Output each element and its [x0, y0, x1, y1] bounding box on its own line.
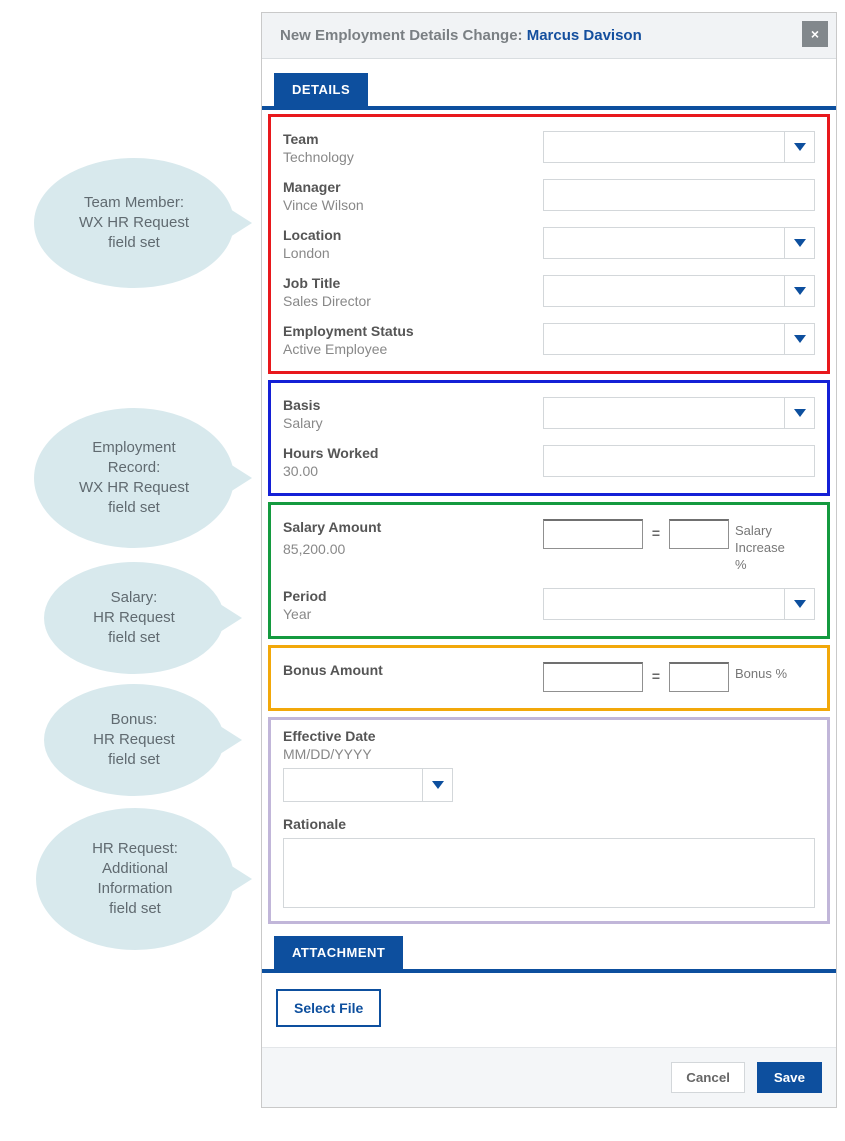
salary-increase-input[interactable] — [669, 519, 729, 549]
manager-label: Manager — [283, 179, 543, 195]
salary-increase-label: Salary Increase % — [735, 519, 795, 574]
modal-title-prefix: New Employment Details Change: — [280, 27, 527, 44]
chevron-down-icon — [784, 324, 814, 354]
chevron-down-icon — [422, 769, 452, 801]
period-value: Year — [283, 606, 543, 622]
details-tab-underline — [262, 106, 836, 110]
team-select[interactable] — [543, 131, 815, 163]
effective-date-label: Effective Date — [283, 728, 815, 744]
salary-amount-input[interactable] — [543, 519, 643, 549]
fieldset-team-member: Team Technology Manager Vince Wilson — [268, 114, 830, 374]
callout-team-member: Team Member: WX HR Request field set — [34, 158, 234, 288]
close-icon: × — [811, 26, 819, 42]
modal-footer: Cancel Save — [262, 1047, 836, 1107]
chevron-down-icon — [784, 276, 814, 306]
chevron-down-icon — [784, 228, 814, 258]
location-value: London — [283, 245, 543, 261]
callout-text: Salary: HR Request field set — [93, 588, 175, 649]
callout-text: Team Member: WX HR Request field set — [79, 193, 189, 254]
team-label: Team — [283, 131, 543, 147]
bonus-percent-input[interactable] — [669, 662, 729, 692]
rationale-label: Rationale — [283, 816, 815, 832]
effective-date-placeholder: MM/DD/YYYY — [283, 746, 815, 762]
period-select[interactable] — [543, 588, 815, 620]
modal-new-employment-details: New Employment Details Change: Marcus Da… — [261, 12, 837, 1108]
manager-value: Vince Wilson — [283, 197, 543, 213]
tab-attachment[interactable]: ATTACHMENT — [274, 936, 403, 969]
rationale-textarea[interactable] — [283, 838, 815, 908]
callout-additional: HR Request: Additional Information field… — [36, 808, 234, 950]
location-label: Location — [283, 227, 543, 243]
fieldset-bonus: Bonus Amount = Bonus % — [268, 645, 830, 711]
fieldset-salary: Salary Amount 85,200.00 = Salary Increas… — [268, 502, 830, 639]
modal-header: New Employment Details Change: Marcus Da… — [262, 13, 836, 59]
modal-title-person: Marcus Davison — [527, 27, 642, 44]
callout-text: Employment Record: WX HR Request field s… — [79, 438, 189, 519]
tab-details[interactable]: DETAILS — [274, 73, 368, 106]
fieldset-additional-info: Effective Date MM/DD/YYYY Rationale — [268, 717, 830, 924]
select-file-button[interactable]: Select File — [276, 989, 381, 1027]
basis-select[interactable] — [543, 397, 815, 429]
team-value: Technology — [283, 149, 543, 165]
hours-worked-value: 30.00 — [283, 463, 543, 479]
hours-worked-input[interactable] — [543, 445, 815, 477]
callout-salary: Salary: HR Request field set — [44, 562, 224, 674]
equals-sign: = — [649, 519, 663, 541]
details-tab-row: DETAILS — [262, 59, 836, 106]
employment-status-label: Employment Status — [283, 323, 543, 339]
bonus-percent-label: Bonus % — [735, 662, 787, 683]
bonus-amount-label: Bonus Amount — [283, 662, 543, 678]
location-select[interactable] — [543, 227, 815, 259]
basis-label: Basis — [283, 397, 543, 413]
fieldset-employment-record: Basis Salary Hours Worked 30.00 — [268, 380, 830, 496]
callout-employment-record: Employment Record: WX HR Request field s… — [34, 408, 234, 548]
callout-bonus: Bonus: HR Request field set — [44, 684, 224, 796]
chevron-down-icon — [784, 132, 814, 162]
cancel-button[interactable]: Cancel — [671, 1062, 745, 1093]
hours-worked-label: Hours Worked — [283, 445, 543, 461]
job-title-label: Job Title — [283, 275, 543, 291]
equals-sign: = — [649, 662, 663, 684]
effective-date-picker[interactable] — [283, 768, 453, 802]
attachment-tab-underline — [262, 969, 836, 973]
salary-amount-value: 85,200.00 — [283, 541, 543, 557]
job-title-select[interactable] — [543, 275, 815, 307]
save-button[interactable]: Save — [757, 1062, 822, 1093]
callout-text: Bonus: HR Request field set — [93, 710, 175, 771]
close-button[interactable]: × — [802, 21, 828, 47]
chevron-down-icon — [784, 398, 814, 428]
employment-status-value: Active Employee — [283, 341, 543, 357]
employment-status-select[interactable] — [543, 323, 815, 355]
basis-value: Salary — [283, 415, 543, 431]
callout-text: HR Request: Additional Information field… — [92, 839, 178, 920]
bonus-amount-input[interactable] — [543, 662, 643, 692]
period-label: Period — [283, 588, 543, 604]
chevron-down-icon — [784, 589, 814, 619]
manager-input[interactable] — [543, 179, 815, 211]
salary-amount-label: Salary Amount — [283, 519, 543, 535]
job-title-value: Sales Director — [283, 293, 543, 309]
attachment-tab-row: ATTACHMENT — [262, 930, 836, 969]
